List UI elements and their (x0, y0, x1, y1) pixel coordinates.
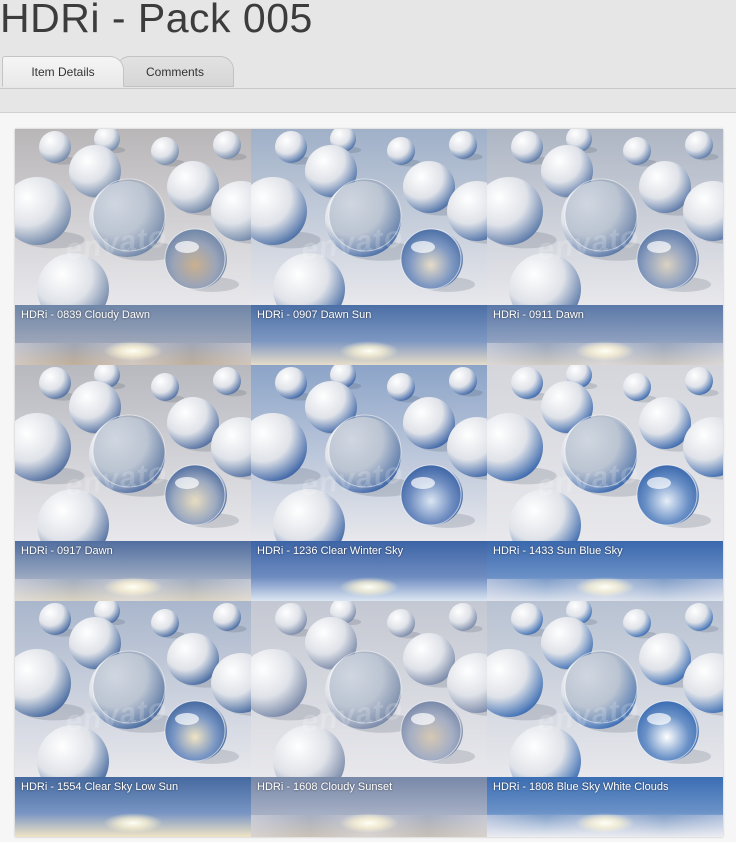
hdri-panorama-strip: HDRi - 0911 Dawn (487, 305, 723, 365)
render-preview: envato (251, 365, 487, 541)
sun-glow (575, 577, 635, 597)
render-preview: envato (251, 601, 487, 777)
hdri-panorama-strip: HDRi - 1608 Cloudy Sunset (251, 777, 487, 837)
sun-glow (575, 813, 635, 833)
render-preview: envato (487, 129, 723, 305)
hdri-panorama-strip: HDRi - 0839 Cloudy Dawn (15, 305, 251, 365)
render-preview: envato (487, 601, 723, 777)
hdri-caption: HDRi - 0907 Dawn Sun (257, 309, 372, 321)
sun-glow (103, 813, 163, 833)
hdri-tile: envato HDRi - 0907 Dawn Sun (251, 129, 487, 365)
sun-glow (103, 341, 163, 361)
hdri-panorama-strip: HDRi - 0907 Dawn Sun (251, 305, 487, 365)
hdri-tile: envato HDRi - 0839 Cloudy Dawn (15, 129, 251, 365)
page-title: HDRi - Pack 005 (0, 0, 313, 41)
render-preview: envato (15, 601, 251, 777)
render-preview: envato (15, 365, 251, 541)
hdri-preview-grid: envato HDRi - 0839 Cloudy Dawn envato HDRi … (15, 129, 723, 837)
hdri-caption: HDRi - 1608 Cloudy Sunset (257, 781, 393, 793)
sun-glow (103, 577, 163, 597)
hdri-panorama-strip: HDRi - 1808 Blue Sky White Clouds (487, 777, 723, 837)
tab-bar: Item Details Comments (0, 56, 736, 89)
hdri-caption: HDRi - 0839 Cloudy Dawn (21, 309, 150, 321)
hdri-panorama-strip: HDRi - 1433 Sun Blue Sky (487, 541, 723, 601)
hdri-panorama-strip: HDRi - 1554 Clear Sky Low Sun (15, 777, 251, 837)
hdri-caption: HDRi - 1433 Sun Blue Sky (493, 545, 623, 557)
render-preview: envato (487, 365, 723, 541)
hdri-panorama-strip: HDRi - 1236 Clear Winter Sky (251, 541, 487, 601)
tab-comments[interactable]: Comments (116, 56, 234, 87)
hdri-caption: HDRi - 0917 Dawn (21, 545, 113, 557)
hdri-panorama-strip: HDRi - 0917 Dawn (15, 541, 251, 601)
hdri-tile: envato HDRi - 1608 Cloudy Sunset (251, 601, 487, 837)
hdri-tile: envato HDRi - 1554 Clear Sky Low Sun (15, 601, 251, 837)
hdri-caption: HDRi - 0911 Dawn (493, 309, 584, 321)
hdri-caption: HDRi - 1554 Clear Sky Low Sun (21, 781, 179, 793)
sun-glow (575, 341, 635, 361)
hdri-tile: envato HDRi - 0917 Dawn (15, 365, 251, 601)
tab-item-details[interactable]: Item Details (2, 56, 124, 87)
sun-glow (339, 577, 399, 597)
hdri-tile: envato HDRi - 1433 Sun Blue Sky (487, 365, 723, 601)
render-preview: envato (15, 129, 251, 305)
sun-glow (339, 813, 399, 833)
render-preview: envato (251, 129, 487, 305)
hdri-tile: envato HDRi - 1236 Clear Winter Sky (251, 365, 487, 601)
hdri-tile: envato HDRi - 0911 Dawn (487, 129, 723, 365)
item-details-panel: envato HDRi - 0839 Cloudy Dawn envato HDRi … (0, 112, 736, 842)
hdri-tile: envato HDRi - 1808 Blue Sky White Clouds (487, 601, 723, 837)
sun-glow (339, 341, 399, 361)
hdri-caption: HDRi - 1236 Clear Winter Sky (257, 545, 404, 557)
hdri-caption: HDRi - 1808 Blue Sky White Clouds (493, 781, 669, 793)
